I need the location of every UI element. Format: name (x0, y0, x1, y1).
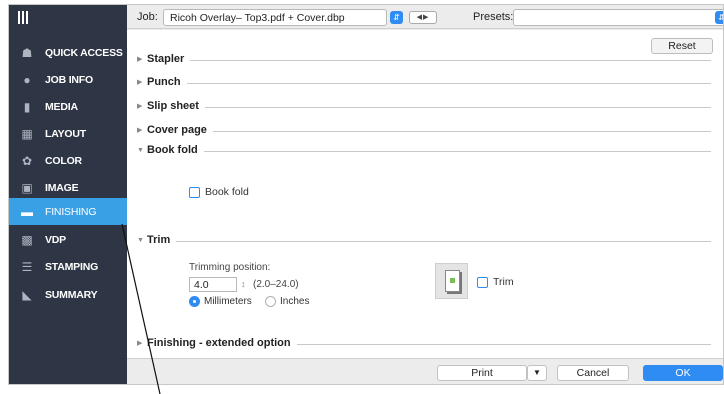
radio-unselected-icon[interactable] (265, 296, 276, 307)
sidebar-item-vdp[interactable]: ▩ VDP (9, 226, 127, 253)
disclosure-triangle-expanded-icon: ▼ (137, 236, 144, 244)
unit-millimeters-radio[interactable]: Millimeters (189, 296, 252, 307)
sidebar-item-summary[interactable]: ◣ SUMMARY (9, 281, 127, 308)
finishing-icon: ▬ (21, 204, 33, 219)
unit-inches-radio[interactable]: Inches (265, 296, 309, 307)
sidebar-item-stamping[interactable]: ☰ STAMPING (9, 253, 127, 280)
house-icon: ☗ (21, 45, 33, 60)
section-title: Trim (147, 234, 171, 246)
unit-millimeters-label: Millimeters (204, 296, 252, 307)
divider (204, 106, 711, 108)
vdp-icon: ▩ (21, 232, 33, 247)
presets-label: Presets: (473, 11, 514, 23)
sidebar-item-image[interactable]: ▣ IMAGE (9, 174, 127, 201)
page-preview (445, 270, 460, 292)
sidebar-item-label: MEDIA (45, 100, 78, 113)
trimming-range-hint: (2.0–24.0) (253, 279, 299, 290)
section-book-fold[interactable]: ▼ Book fold (137, 143, 711, 157)
finishing-panel: Reset ▶ Stapler ▶ Punch ▶ Slip sheet ▶ C… (127, 30, 723, 358)
info-icon: ● (23, 72, 31, 87)
trim-checkbox[interactable] (477, 276, 488, 288)
divider (296, 343, 711, 345)
print-options-chevron-icon[interactable]: ▼ (527, 365, 547, 381)
menu-icon[interactable] (17, 11, 31, 25)
section-title: Punch (147, 76, 181, 88)
layout-icon: ▦ (21, 126, 33, 141)
section-title: Book fold (147, 144, 198, 156)
image-icon: ▣ (21, 180, 33, 195)
section-finishing-extended[interactable]: ▶ Finishing - extended option (137, 336, 711, 350)
disclosure-triangle-icon: ▶ (137, 340, 143, 347)
disclosure-triangle-icon: ▶ (137, 56, 143, 63)
book-fold-option[interactable]: Book fold (189, 186, 249, 198)
section-trim[interactable]: ▼ Trim (137, 233, 711, 247)
book-fold-checkbox-label: Book fold (205, 186, 249, 198)
top-toolbar: Job: Ricoh Overlay– Top3.pdf + Cover.dbp… (127, 5, 723, 29)
sidebar-item-label: IMAGE (45, 181, 79, 194)
job-navigation-arrows[interactable]: ◀▶ (409, 11, 437, 24)
sidebar-item-label: JOB INFO (45, 73, 93, 86)
sidebar-item-label: QUICK ACCESS (45, 46, 123, 59)
summary-icon: ◣ (22, 287, 32, 302)
cancel-button[interactable]: Cancel (557, 365, 629, 381)
radio-selected-icon[interactable] (189, 296, 200, 307)
sidebar-item-label: SUMMARY (45, 288, 98, 301)
sidebar-item-label: COLOR (45, 154, 82, 167)
dialog-footer: Print ▼ Cancel OK (127, 358, 723, 384)
sidebar-item-color[interactable]: ✿ COLOR (9, 147, 127, 174)
job-select[interactable]: Ricoh Overlay– Top3.pdf + Cover.dbp (163, 9, 387, 26)
unit-inches-label: Inches (280, 296, 310, 307)
sidebar-item-label: LAYOUT (45, 127, 86, 140)
print-settings-window: ☗ QUICK ACCESS ● JOB INFO ▮ MEDIA ▦ LAYO… (8, 4, 724, 385)
sidebar-item-quick-access[interactable]: ☗ QUICK ACCESS (9, 39, 127, 66)
sidebar-item-layout[interactable]: ▦ LAYOUT (9, 120, 127, 147)
trim-option[interactable]: Trim (477, 276, 514, 288)
trimming-position-stepper-icon[interactable]: ↕ (241, 279, 246, 289)
disclosure-triangle-icon: ▶ (137, 79, 143, 86)
sidebar-item-finishing[interactable]: ▬ FINISHING (9, 198, 127, 225)
section-title: Slip sheet (147, 100, 199, 112)
sidebar-item-job-info[interactable]: ● JOB INFO (9, 66, 127, 93)
disclosure-triangle-expanded-icon: ▼ (137, 146, 144, 154)
section-stapler[interactable]: ▶ Stapler (137, 52, 711, 66)
divider (203, 150, 711, 152)
presets-chevron-icon[interactable]: ⇵ (715, 11, 723, 24)
color-icon: ✿ (21, 153, 33, 168)
divider (190, 59, 711, 61)
trim-preview-icon (435, 263, 468, 299)
divider (212, 130, 711, 132)
sidebar: ☗ QUICK ACCESS ● JOB INFO ▮ MEDIA ▦ LAYO… (9, 5, 127, 384)
trimming-position-label: Trimming position: (189, 262, 271, 273)
ok-button[interactable]: OK (643, 365, 723, 381)
trim-marker (450, 278, 455, 283)
section-title: Cover page (147, 124, 207, 136)
section-punch[interactable]: ▶ Punch (137, 75, 711, 89)
divider (176, 240, 711, 242)
sidebar-item-label: FINISHING (45, 205, 97, 218)
trimming-position-input[interactable]: 4.0 (189, 277, 237, 292)
section-title: Finishing - extended option (147, 337, 291, 349)
disclosure-triangle-icon: ▶ (137, 103, 143, 110)
job-label: Job: (137, 11, 158, 23)
trim-checkbox-label: Trim (493, 276, 514, 288)
presets-select[interactable] (513, 9, 723, 26)
section-title: Stapler (147, 53, 185, 65)
disclosure-triangle-icon: ▶ (137, 127, 143, 134)
sidebar-item-label: VDP (45, 233, 66, 246)
stamping-icon: ☰ (21, 259, 33, 274)
print-button[interactable]: Print (437, 365, 527, 381)
sidebar-item-label: STAMPING (45, 260, 99, 273)
divider (186, 82, 711, 84)
section-cover-page[interactable]: ▶ Cover page (137, 123, 711, 137)
page-icon: ▮ (23, 99, 31, 114)
job-select-chevron-icon[interactable]: ⇵ (390, 11, 403, 24)
section-slip-sheet[interactable]: ▶ Slip sheet (137, 99, 711, 113)
book-fold-checkbox[interactable] (189, 186, 200, 198)
sidebar-item-media[interactable]: ▮ MEDIA (9, 93, 127, 120)
